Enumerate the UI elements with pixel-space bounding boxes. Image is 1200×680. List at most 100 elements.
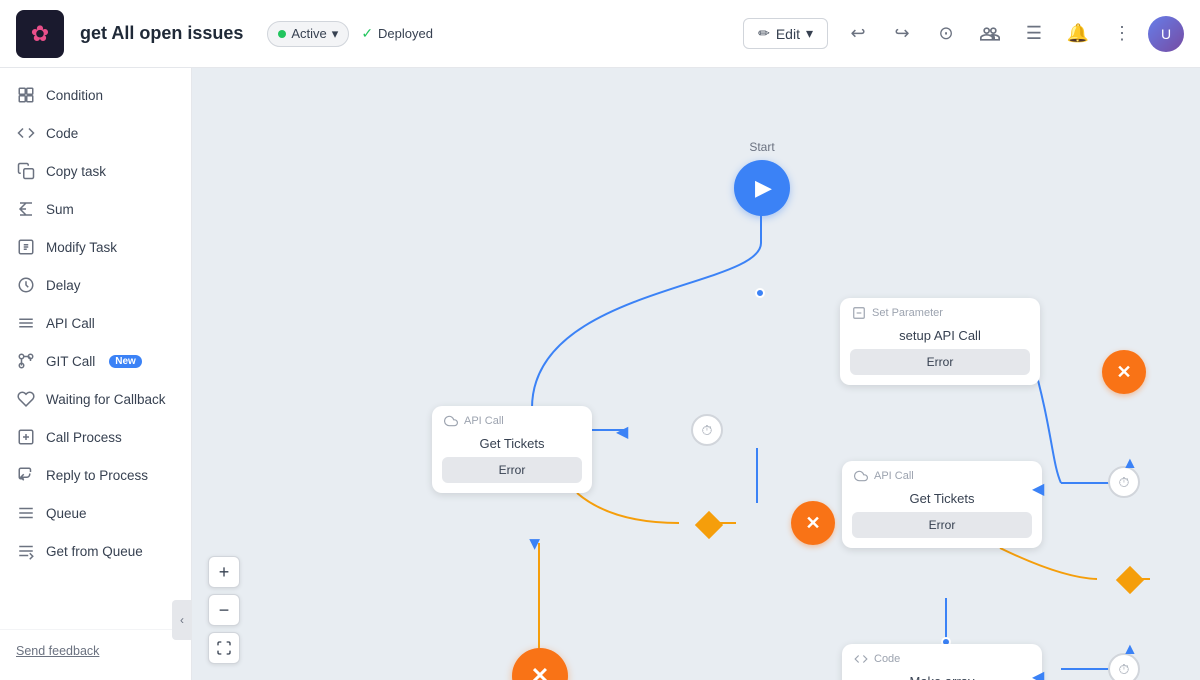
git-icon bbox=[16, 351, 36, 371]
sidebar-item-condition[interactable]: Condition bbox=[0, 76, 191, 114]
add-user-button[interactable] bbox=[972, 16, 1008, 52]
main-area: Condition Code Copy task Sum Modify Task bbox=[0, 68, 1200, 680]
header-actions: ↩ ↪ ⊙ ☰ 🔔 ⋮ U bbox=[840, 16, 1184, 52]
arrow-up-3: ▲ bbox=[1122, 641, 1138, 659]
deployed-status: ✓ Deployed bbox=[361, 25, 433, 42]
condition-icon bbox=[16, 85, 36, 105]
sidebar-label-code: Code bbox=[46, 126, 78, 141]
zoom-in-button[interactable]: + bbox=[208, 556, 240, 588]
cloud-icon-1 bbox=[444, 414, 458, 428]
sidebar-label-get-from-queue: Get from Queue bbox=[46, 544, 143, 559]
code-node-type: Code bbox=[874, 653, 900, 665]
deployed-check: ✓ bbox=[361, 25, 373, 42]
sidebar-item-modify-task[interactable]: Modify Task bbox=[0, 228, 191, 266]
fit-icon bbox=[216, 640, 232, 656]
api1-title: Get Tickets bbox=[432, 432, 592, 457]
bell-button[interactable]: 🔔 bbox=[1060, 16, 1096, 52]
api-icon bbox=[16, 313, 36, 333]
node-header-api2: API Call bbox=[842, 461, 1042, 487]
sidebar-item-reply-to-process[interactable]: Reply to Process bbox=[0, 456, 191, 494]
active-label: Active bbox=[291, 26, 326, 41]
set-parameter-node[interactable]: Set Parameter setup API Call Error bbox=[840, 298, 1040, 385]
sidebar-collapse-button[interactable]: ‹ bbox=[172, 600, 192, 640]
error-circle-set-param[interactable]: ✕ bbox=[1102, 350, 1146, 394]
sidebar-item-delay[interactable]: Delay bbox=[0, 266, 191, 304]
api-call-2-node[interactable]: API Call Get Tickets Error bbox=[842, 461, 1042, 548]
sidebar-item-sum[interactable]: Sum bbox=[0, 190, 191, 228]
set-param-type: Set Parameter bbox=[872, 307, 943, 319]
send-feedback-button[interactable]: Send feedback bbox=[16, 644, 99, 658]
zoom-fit-button[interactable] bbox=[208, 632, 240, 664]
arrow-left-1: ◀ bbox=[616, 422, 628, 442]
edit-button[interactable]: ✏ Edit ▾ bbox=[743, 18, 828, 49]
document-button[interactable]: ☰ bbox=[1016, 16, 1052, 52]
new-badge: New bbox=[109, 355, 142, 368]
set-param-error: Error bbox=[850, 349, 1030, 375]
undo-button[interactable]: ↩ bbox=[840, 16, 876, 52]
sum-icon bbox=[16, 199, 36, 219]
sidebar-footer: Send feedback bbox=[0, 629, 191, 672]
final-button[interactable]: ✕ bbox=[512, 648, 568, 680]
edit-chevron-icon: ▾ bbox=[806, 25, 813, 42]
node-header-set-param: Set Parameter bbox=[840, 298, 1040, 324]
callback-icon bbox=[16, 389, 36, 409]
api-call-1-node[interactable]: API Call Get Tickets Error bbox=[432, 406, 592, 493]
active-status[interactable]: Active ▾ bbox=[267, 21, 349, 47]
node-header-code: Code bbox=[842, 644, 1042, 670]
queue-icon bbox=[16, 503, 36, 523]
info-button[interactable]: ⊙ bbox=[928, 16, 964, 52]
sidebar-item-api-call[interactable]: API Call bbox=[0, 304, 191, 342]
error-circle-1[interactable]: ✕ bbox=[791, 501, 835, 545]
page-title: get All open issues bbox=[80, 23, 243, 44]
sidebar-label-git-call: GIT Call bbox=[46, 354, 95, 369]
api2-type: API Call bbox=[874, 470, 914, 482]
sidebar-item-copy-task[interactable]: Copy task bbox=[0, 152, 191, 190]
start-label: Start bbox=[749, 140, 774, 154]
edit-pencil-icon: ✏ bbox=[758, 25, 770, 42]
sidebar-item-call-process[interactable]: Call Process bbox=[0, 418, 191, 456]
sidebar: Condition Code Copy task Sum Modify Task bbox=[0, 68, 192, 680]
timer-1: ⏱ bbox=[691, 414, 723, 446]
final-x-icon: ✕ bbox=[531, 663, 549, 680]
sidebar-item-git-call[interactable]: GIT Call New bbox=[0, 342, 191, 380]
call-process-icon bbox=[16, 427, 36, 447]
workflow-canvas[interactable]: Start ▶ Set Parameter setup API Call Err… bbox=[192, 68, 1200, 680]
sidebar-label-modify-task: Modify Task bbox=[46, 240, 117, 255]
modify-icon bbox=[16, 237, 36, 257]
api1-error: Error bbox=[442, 457, 582, 483]
active-chevron: ▾ bbox=[332, 26, 339, 42]
sidebar-label-call-process: Call Process bbox=[46, 430, 122, 445]
sidebar-label-condition: Condition bbox=[46, 88, 103, 103]
sidebar-item-get-from-queue[interactable]: Get from Queue bbox=[0, 532, 191, 570]
header: ✿ get All open issues Active ▾ ✓ Deploye… bbox=[0, 0, 1200, 68]
sidebar-item-waiting-callback[interactable]: Waiting for Callback bbox=[0, 380, 191, 418]
api2-error: Error bbox=[852, 512, 1032, 538]
user-avatar[interactable]: U bbox=[1148, 16, 1184, 52]
arrow-down-1: ▶ bbox=[527, 539, 544, 550]
x-icon-2: ✕ bbox=[805, 513, 820, 534]
delay-icon bbox=[16, 275, 36, 295]
logo-icon: ✿ bbox=[31, 21, 49, 47]
zoom-controls: + − bbox=[208, 556, 240, 664]
x-icon-1: ✕ bbox=[1116, 362, 1131, 383]
code-node[interactable]: Code Make array Error bbox=[842, 644, 1042, 680]
play-icon: ▶ bbox=[755, 175, 772, 201]
zoom-out-button[interactable]: − bbox=[208, 594, 240, 626]
arrow-left-2: ◀ bbox=[1032, 479, 1044, 499]
set-param-title: setup API Call bbox=[840, 324, 1040, 349]
diamond-1 bbox=[695, 511, 723, 539]
sidebar-label-sum: Sum bbox=[46, 202, 74, 217]
connections-svg bbox=[192, 68, 1200, 680]
start-button[interactable]: ▶ bbox=[734, 160, 790, 216]
api1-type: API Call bbox=[464, 415, 504, 427]
more-button[interactable]: ⋮ bbox=[1104, 16, 1140, 52]
conn-dot-1 bbox=[755, 288, 765, 298]
sidebar-item-queue[interactable]: Queue bbox=[0, 494, 191, 532]
sidebar-item-code[interactable]: Code bbox=[0, 114, 191, 152]
arrow-left-3: ◀ bbox=[1032, 667, 1044, 680]
node-header-api1: API Call bbox=[432, 406, 592, 432]
redo-button[interactable]: ↪ bbox=[884, 16, 920, 52]
arrow-up-2: ▲ bbox=[1122, 455, 1138, 473]
logo: ✿ bbox=[16, 10, 64, 58]
active-dot bbox=[278, 30, 286, 38]
